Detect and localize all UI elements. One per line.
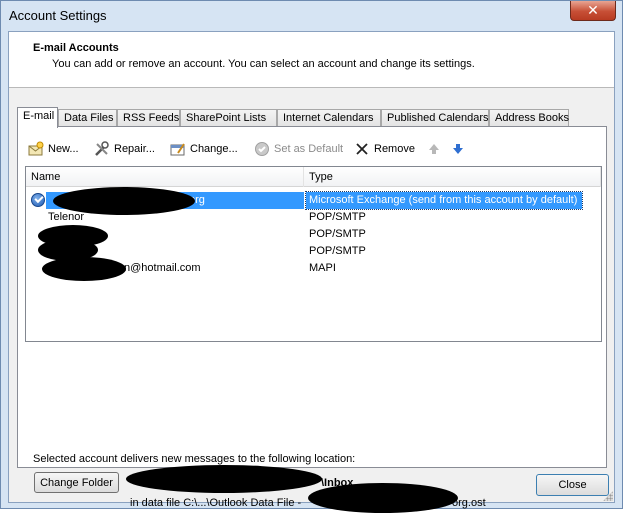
change-settings-icon <box>170 141 186 157</box>
account-type: Microsoft Exchange (send from this accou… <box>305 191 583 210</box>
tab-published-calendars[interactable]: Published Calendars <box>381 109 489 127</box>
change-account-button[interactable]: Change... <box>170 139 238 159</box>
delivery-location-label: Selected account delivers new messages t… <box>33 453 356 465</box>
redaction-mark <box>53 187 195 215</box>
account-row[interactable]: POP/SMTP <box>26 226 601 243</box>
new-account-button[interactable]: New... <box>28 139 79 159</box>
remove-account-label: Remove <box>374 143 415 155</box>
accounts-list[interactable]: Name Type org Microsoft Exchange (send f… <box>25 166 602 342</box>
accounts-toolbar: New... Repair... Change... Set as Defaul… <box>24 139 599 159</box>
new-mail-icon <box>28 141 44 157</box>
account-settings-window: Account Settings ✕ E-mail Accounts You c… <box>0 0 623 513</box>
redaction-mark <box>42 257 126 281</box>
email-tab-panel: New... Repair... Change... Set as Defaul… <box>17 126 607 513</box>
default-account-check-icon <box>31 193 45 207</box>
set-default-label: Set as Default <box>274 143 344 155</box>
move-down-button[interactable] <box>450 139 470 159</box>
account-row[interactable]: POP/SMTP <box>26 243 601 260</box>
remove-account-button[interactable]: Remove <box>354 139 415 159</box>
tab-email[interactable]: E-mail <box>17 107 58 128</box>
tab-address-books[interactable]: Address Books <box>489 109 569 127</box>
redaction-mark <box>126 465 322 493</box>
delivery-data-file-path: in data file C:\...\Outlook Data File - <box>130 497 302 509</box>
account-type: MAPI <box>309 262 336 274</box>
repair-account-button[interactable]: Repair... <box>94 139 155 159</box>
change-folder-label: Change Folder <box>40 476 113 489</box>
change-folder-button[interactable]: Change Folder <box>34 472 119 493</box>
tab-rss-feeds[interactable]: RSS Feeds <box>117 109 180 127</box>
list-header: Name Type <box>26 167 601 187</box>
arrow-up-icon <box>426 141 442 157</box>
tab-data-files[interactable]: Data Files <box>58 109 117 127</box>
remove-x-icon <box>354 141 370 157</box>
column-header-name[interactable]: Name <box>26 167 304 187</box>
check-circle-icon <box>254 141 270 157</box>
column-header-type[interactable]: Type <box>304 167 601 187</box>
move-up-button[interactable] <box>426 139 446 159</box>
section-description: You can add or remove an account. You ca… <box>52 58 475 70</box>
delivery-data-file-suffix: org.ost <box>452 497 486 509</box>
close-icon: ✕ <box>587 2 599 18</box>
arrow-down-icon <box>450 141 466 157</box>
set-default-button[interactable]: Set as Default <box>254 139 343 159</box>
account-type: POP/SMTP <box>309 228 366 240</box>
repair-account-label: Repair... <box>114 143 155 155</box>
section-title: E-mail Accounts <box>33 42 119 54</box>
change-account-label: Change... <box>190 143 238 155</box>
header-panel: E-mail Accounts You can add or remove an… <box>9 32 614 88</box>
new-account-label: New... <box>48 143 79 155</box>
tab-sharepoint-lists[interactable]: SharePoint Lists <box>180 109 277 127</box>
tools-icon <box>94 141 110 157</box>
window-title: Account Settings <box>9 8 107 23</box>
window-close-button[interactable]: ✕ <box>570 1 616 21</box>
account-type: POP/SMTP <box>309 245 366 257</box>
close-button-label: Close <box>558 479 587 491</box>
account-type: POP/SMTP <box>309 211 366 223</box>
close-button[interactable]: Close <box>536 474 609 496</box>
dialog-body: E-mail Accounts You can add or remove an… <box>8 31 615 513</box>
title-bar[interactable]: Account Settings ✕ <box>1 1 622 31</box>
tab-internet-calendars[interactable]: Internet Calendars <box>277 109 381 127</box>
